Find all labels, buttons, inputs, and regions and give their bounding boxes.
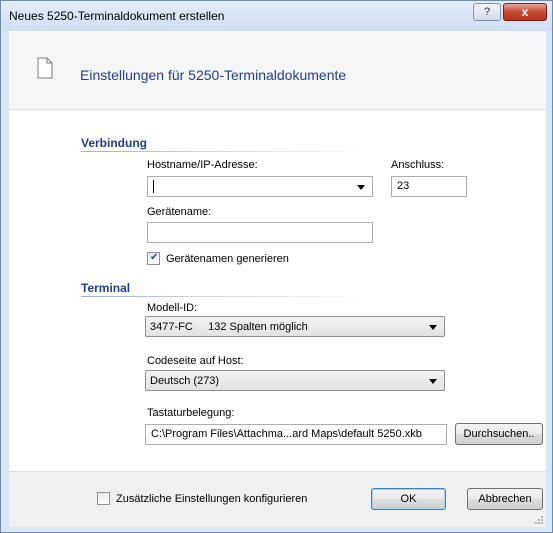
text-caret	[153, 180, 154, 193]
chevron-down-icon[interactable]	[429, 379, 437, 384]
section-connection-divider	[81, 151, 371, 152]
dialog-window: Neues 5250-Terminaldokument erstellen ? …	[0, 0, 553, 533]
header-title: Einstellungen für 5250-Terminaldokumente	[80, 67, 347, 83]
port-input[interactable]: 23	[391, 176, 467, 197]
keyboard-map-value: C:\Program Files\Attachma...ard Maps\def…	[151, 428, 422, 440]
model-value: 3477-FC 132 Spalten möglich	[150, 321, 308, 333]
model-select[interactable]: 3477-FC 132 Spalten möglich	[145, 316, 445, 337]
device-name-input[interactable]	[147, 222, 373, 243]
port-label: Anschluss:	[391, 159, 445, 171]
close-icon: x	[521, 5, 529, 19]
chevron-down-icon[interactable]	[357, 185, 365, 190]
hostname-combobox[interactable]	[147, 176, 373, 197]
document-icon	[37, 57, 53, 79]
title-bar[interactable]: Neues 5250-Terminaldokument erstellen ? …	[1, 1, 552, 31]
keyboard-map-input[interactable]: C:\Program Files\Attachma...ard Maps\def…	[145, 424, 447, 445]
section-terminal-divider	[81, 296, 371, 297]
dialog-content: Einstellungen für 5250-Terminaldokumente…	[9, 31, 546, 527]
dialog-header: Einstellungen für 5250-Terminaldokumente	[9, 31, 546, 110]
additional-settings-label: Zusätzliche Einstellungen konfigurieren	[116, 493, 308, 505]
generate-device-names-label: Gerätenamen generieren	[166, 253, 289, 265]
device-name-label: Gerätename:	[147, 206, 212, 218]
codepage-select[interactable]: Deutsch (273)	[145, 370, 445, 391]
ok-button[interactable]: OK	[371, 488, 446, 510]
port-value: 23	[397, 180, 410, 192]
codepage-label: Codeseite auf Host:	[147, 355, 244, 367]
dialog-footer: Zusätzliche Einstellungen konfigurieren …	[9, 471, 546, 527]
close-button[interactable]: x	[503, 3, 547, 21]
generate-device-names-checkbox[interactable]: ✔	[147, 252, 160, 265]
additional-settings-checkbox[interactable]	[97, 492, 110, 505]
resize-grip-icon[interactable]	[534, 515, 544, 525]
section-terminal: Terminal	[81, 281, 131, 295]
hostname-label: Hostname/IP-Adresse:	[147, 159, 258, 171]
cancel-button[interactable]: Abbrechen	[467, 488, 543, 510]
chevron-down-icon[interactable]	[429, 325, 437, 330]
window-title: Neues 5250-Terminaldokument erstellen	[9, 9, 225, 23]
keyboard-label: Tastaturbelegung:	[147, 407, 235, 419]
checkmark-icon: ✔	[150, 252, 159, 263]
codepage-value: Deutsch (273)	[150, 375, 220, 387]
model-label: Modell-ID:	[147, 302, 198, 314]
help-icon: ?	[483, 6, 491, 18]
browse-button[interactable]: Durchsuchen..	[455, 423, 543, 445]
section-connection: Verbindung	[81, 136, 147, 150]
help-button[interactable]: ?	[473, 3, 501, 21]
